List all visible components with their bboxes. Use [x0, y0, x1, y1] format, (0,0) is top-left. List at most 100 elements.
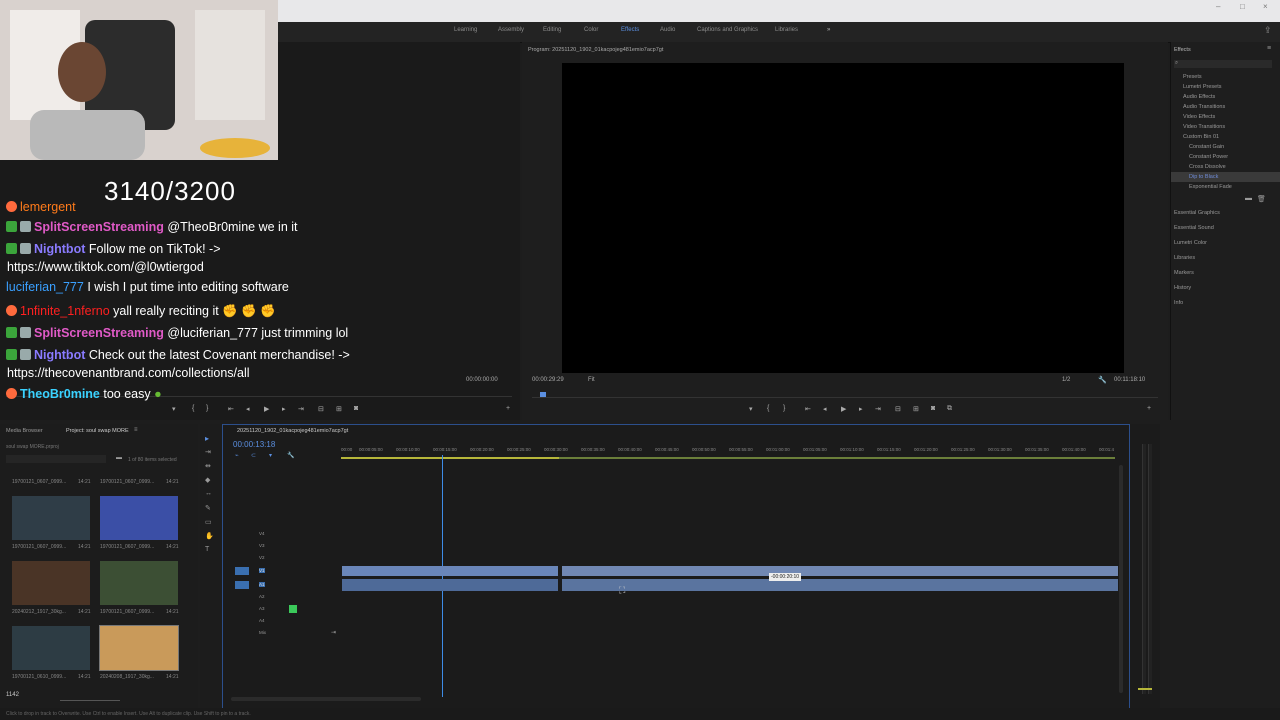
panel-info[interactable]: Info [1174, 300, 1183, 306]
effects-tree-item[interactable]: Custom Bin 01 [1183, 134, 1219, 140]
time-ruler[interactable]: 00:00 00:00:05:00 00:00:10:00 00:00:15:0… [341, 445, 1119, 461]
rectangle-tool-icon[interactable]: ▭ [205, 518, 212, 526]
effects-tree-item[interactable]: Lumetri Presets [1183, 84, 1222, 90]
effects-tree-item[interactable]: Audio Transitions [1183, 104, 1225, 110]
wrench-icon[interactable]: 🔧 [287, 452, 294, 459]
panel-menu-icon[interactable]: ≡ [1267, 45, 1271, 52]
tab-effects[interactable]: Effects [621, 27, 639, 33]
play-icon[interactable]: ▶ [841, 405, 846, 413]
zoom-slider[interactable] [60, 700, 120, 701]
playhead[interactable] [442, 455, 443, 697]
sequence-tab[interactable]: 20251120_1902_01kacpojeg481emio7acp7gt [237, 428, 348, 434]
effects-tree-item[interactable]: Exponential Fade [1189, 184, 1232, 190]
lift-icon[interactable]: ⊟ [895, 405, 901, 413]
step-back-icon[interactable]: ◂ [823, 405, 827, 413]
track-select-icon[interactable]: ⇥ [205, 448, 211, 456]
more-workspaces-button[interactable]: » [827, 27, 830, 33]
effects-tree-item[interactable]: Constant Gain [1189, 144, 1224, 150]
effects-tree-item[interactable]: Constant Power [1189, 154, 1228, 160]
delete-icon[interactable]: 🗑 [1257, 195, 1266, 203]
horizontal-scrollbar[interactable] [231, 697, 421, 701]
tab-libraries[interactable]: Libraries [775, 27, 798, 33]
panel-lumetri-color[interactable]: Lumetri Color [1174, 240, 1207, 246]
step-forward-icon[interactable]: ▸ [859, 405, 863, 413]
hand-tool-icon[interactable]: ✋ [205, 532, 214, 540]
effects-tree-item[interactable]: Cross Dissolve [1189, 164, 1226, 170]
share-icon[interactable]: ⇪ [1264, 25, 1272, 36]
effects-tree-item[interactable]: Video Transitions [1183, 124, 1225, 130]
linked-selection-icon[interactable]: ⊂ [251, 452, 256, 459]
source-patch-v1[interactable] [235, 567, 249, 575]
wrench-icon[interactable]: 🔧 [1098, 376, 1107, 384]
in-point-icon[interactable]: { [767, 405, 769, 412]
track-label-a2[interactable]: A2 [259, 594, 265, 599]
track-label-a3[interactable]: A3 [259, 606, 265, 611]
add-marker-icon[interactable]: ▾ [269, 452, 272, 459]
panel-essential-sound[interactable]: Essential Sound [1174, 225, 1214, 231]
panel-history[interactable]: History [1174, 285, 1191, 291]
fit-dropdown[interactable]: Fit [588, 377, 595, 383]
thumbnail[interactable] [99, 625, 179, 671]
tab-learning[interactable]: Learning [454, 27, 477, 33]
timeline-timecode[interactable]: 00:00:13:18 [233, 440, 275, 449]
effects-search-input[interactable]: ⌕ [1174, 60, 1272, 68]
panel-libraries[interactable]: Libraries [1174, 255, 1195, 261]
track-label-v1[interactable]: V1 [259, 568, 265, 573]
tab-project[interactable]: Project: soul swap MORE [66, 428, 129, 434]
source-patch-a1[interactable] [235, 581, 249, 589]
panel-markers[interactable]: Markers [1174, 270, 1194, 276]
audio-clip[interactable] [562, 579, 1118, 591]
go-to-end-icon[interactable]: ⇥ [331, 629, 336, 636]
thumbnail[interactable] [12, 496, 90, 540]
track-label-a1[interactable]: A1 [259, 582, 265, 587]
type-tool-icon[interactable]: T [205, 546, 209, 553]
slip-tool-icon[interactable]: ↔ [205, 490, 212, 497]
vertical-scrollbar[interactable] [1119, 465, 1123, 693]
pen-tool-icon[interactable]: ✎ [205, 504, 211, 512]
track-label-v3[interactable]: V3 [259, 543, 265, 548]
solo-button[interactable] [289, 605, 297, 613]
effects-tree-item[interactable]: Presets [1183, 74, 1202, 80]
tab-audio[interactable]: Audio [660, 27, 675, 33]
close-icon[interactable]: × [1263, 2, 1268, 11]
track-label-v2[interactable]: V2 [259, 555, 265, 560]
panel-menu-icon[interactable]: ≡ [134, 427, 138, 433]
new-bin-icon[interactable]: ▬ [1245, 195, 1252, 202]
video-clip[interactable] [342, 566, 558, 576]
tab-captions-and-graphics[interactable]: Captions and Graphics [697, 27, 758, 33]
work-area-bar[interactable] [341, 457, 559, 459]
tab-media-browser[interactable]: Media Browser [6, 428, 43, 434]
video-clip[interactable] [562, 566, 1118, 576]
thumbnail[interactable] [12, 626, 90, 670]
maximize-icon[interactable]: □ [1240, 2, 1245, 11]
selected-effect-row[interactable]: Dip to Black [1171, 172, 1280, 182]
go-to-in-icon[interactable]: ⇤ [805, 405, 811, 413]
track-label-a4[interactable]: A4 [259, 618, 265, 623]
thumbnail[interactable] [100, 496, 178, 540]
new-bin-icon[interactable]: ▬ [116, 455, 122, 461]
program-scrubber[interactable] [532, 392, 1158, 398]
extract-icon[interactable]: ⊞ [913, 405, 919, 413]
selection-tool-icon[interactable]: ▸ [205, 434, 209, 443]
out-point-icon[interactable]: } [783, 405, 785, 412]
compare-icon[interactable]: ⧉ [947, 405, 952, 413]
resolution-dropdown[interactable]: 1/2 [1062, 377, 1070, 383]
tab-editing[interactable]: Editing [543, 27, 561, 33]
thumbnail[interactable] [100, 561, 178, 605]
project-search-input[interactable] [6, 455, 106, 463]
add-button-icon[interactable]: + [1147, 405, 1151, 412]
effects-tree-item[interactable]: Video Effects [1183, 114, 1215, 120]
export-frame-icon[interactable]: ◙ [931, 405, 935, 412]
marker-icon[interactable]: ▾ [749, 405, 753, 413]
panel-essential-graphics[interactable]: Essential Graphics [1174, 210, 1220, 216]
thumbnail[interactable] [12, 561, 90, 605]
ripple-edit-icon[interactable]: ⇹ [205, 462, 211, 470]
minimize-icon[interactable]: – [1216, 2, 1220, 11]
audio-clip[interactable] [342, 579, 558, 591]
track-label-v4[interactable]: V4 [259, 531, 265, 536]
razor-tool-icon[interactable]: ◆ [205, 476, 210, 484]
tab-assembly[interactable]: Assembly [498, 27, 524, 33]
effects-tree-item[interactable]: Audio Effects [1183, 94, 1215, 100]
go-to-out-icon[interactable]: ⇥ [875, 405, 881, 413]
snap-icon[interactable]: ⌁ [235, 452, 239, 459]
